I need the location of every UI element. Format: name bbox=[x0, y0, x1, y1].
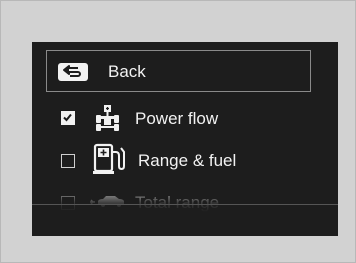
menu-item-power-flow[interactable]: Power flow bbox=[32, 98, 338, 138]
range-fuel-label: Range & fuel bbox=[138, 151, 237, 170]
menu-item-range-fuel[interactable]: Range & fuel bbox=[32, 140, 338, 180]
list-divider bbox=[32, 204, 338, 205]
fuel-pump-icon bbox=[93, 142, 127, 181]
total-range-checkbox[interactable] bbox=[61, 196, 75, 210]
back-label: Back bbox=[108, 62, 146, 81]
display-screen: Back Power flow Range & fuel Total range bbox=[32, 42, 338, 236]
back-arrow-icon bbox=[58, 63, 88, 81]
back-button[interactable]: Back bbox=[46, 50, 311, 92]
range-fuel-checkbox[interactable] bbox=[61, 154, 75, 168]
menu-item-total-range[interactable]: Total range bbox=[32, 182, 338, 222]
power-flow-icon bbox=[90, 104, 124, 137]
power-flow-label: Power flow bbox=[135, 109, 219, 128]
total-range-label: Total range bbox=[135, 193, 220, 212]
power-flow-checkbox[interactable] bbox=[61, 111, 75, 125]
manual-figure-frame: Back Power flow Range & fuel Total range bbox=[0, 0, 356, 263]
